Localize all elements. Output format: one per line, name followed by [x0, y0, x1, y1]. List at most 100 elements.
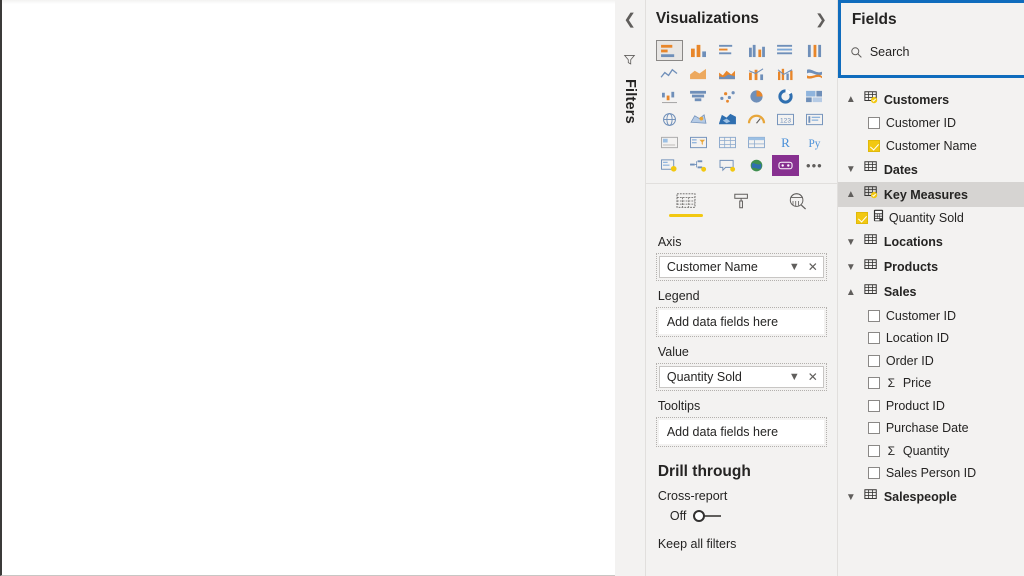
field-checkbox-checked[interactable]: [867, 139, 880, 152]
viz-stacked-area-chart[interactable]: [714, 63, 741, 84]
well-tooltips-placeholder[interactable]: Add data fields here: [658, 420, 824, 444]
field-row-sales-location-id[interactable]: Location ID: [838, 327, 1024, 350]
table-row-products[interactable]: ▼ Products: [838, 255, 1024, 280]
well-legend-placeholder[interactable]: Add data fields here: [658, 310, 824, 334]
fields-tab[interactable]: [666, 192, 706, 221]
viz-treemap-chart[interactable]: [801, 86, 828, 107]
viz-card-visual[interactable]: 123: [772, 109, 799, 130]
field-checkbox[interactable]: [867, 467, 880, 480]
field-row-sales-purchase-date[interactable]: Purchase Date: [838, 417, 1024, 440]
field-row-sales-product-id[interactable]: Product ID: [838, 395, 1024, 418]
report-canvas[interactable]: [0, 0, 615, 576]
table-row-salespeople[interactable]: ▼ Salespeople: [838, 485, 1024, 510]
viz-slicer-visual[interactable]: [685, 132, 712, 153]
field-checkbox[interactable]: [867, 117, 880, 130]
table-icon: [864, 283, 878, 302]
field-row-customer-name[interactable]: Customer Name: [838, 135, 1024, 158]
field-row-sales-customer-id[interactable]: Customer ID: [838, 305, 1024, 328]
field-checkbox[interactable]: [867, 354, 880, 367]
viz-qna-visual[interactable]: [714, 155, 741, 176]
filters-pane-collapsed[interactable]: ❮ Filters: [614, 0, 646, 576]
well-tooltips[interactable]: Add data fields here: [655, 417, 827, 447]
viz-r-script-visual[interactable]: R: [772, 132, 799, 153]
well-pill-value[interactable]: Quantity Sold ▼ ✕: [658, 366, 824, 388]
chevron-up-icon[interactable]: ▲: [844, 189, 858, 200]
fields-tree[interactable]: ▲ Customers Customer ID Customer Name ▼: [837, 84, 1024, 576]
viz-shape-map-visual[interactable]: [714, 109, 741, 130]
viz-kpi-visual[interactable]: [656, 132, 683, 153]
field-checkbox[interactable]: [867, 422, 880, 435]
chevron-up-icon[interactable]: ▲: [844, 94, 858, 105]
viz-more-visuals-ellipsis[interactable]: •••: [801, 155, 828, 176]
format-tab[interactable]: [722, 192, 762, 221]
field-row-customer-id[interactable]: Customer ID: [838, 112, 1024, 135]
viz-clustered-column-chart[interactable]: [743, 40, 770, 61]
viz-line-chart[interactable]: [656, 63, 683, 84]
field-name: Product ID: [885, 398, 945, 413]
field-row-sales-price[interactable]: Σ Price: [838, 372, 1024, 395]
chevron-left-icon[interactable]: ❮: [624, 12, 637, 27]
table-row-key-measures[interactable]: ▲ Key Measures: [837, 182, 1024, 207]
well-axis[interactable]: Customer Name ▼ ✕: [655, 253, 827, 281]
viz-pie-chart[interactable]: [743, 86, 770, 107]
close-x-icon[interactable]: ✕: [808, 260, 818, 274]
field-row-sales-order-id[interactable]: Order ID: [838, 350, 1024, 373]
viz-stacked-column-chart[interactable]: [685, 40, 712, 61]
viz-decomposition-tree-visual[interactable]: [685, 155, 712, 176]
viz-100-percent-stacked-column-chart[interactable]: [801, 40, 828, 61]
close-x-icon[interactable]: ✕: [808, 370, 818, 384]
viz-matrix-visual[interactable]: [743, 132, 770, 153]
viz-scatter-chart[interactable]: [714, 86, 741, 107]
well-value[interactable]: Quantity Sold ▼ ✕: [655, 363, 827, 391]
viz-waterfall-chart[interactable]: [656, 86, 683, 107]
chevron-down-icon[interactable]: ▼: [789, 371, 800, 383]
viz-funnel-chart[interactable]: [685, 86, 712, 107]
well-pill-axis[interactable]: Customer Name ▼ ✕: [658, 256, 824, 278]
search-input[interactable]: Search: [850, 40, 1022, 64]
well-pill-value-label: Quantity Sold: [666, 370, 742, 384]
viz-filled-map-visual[interactable]: [685, 109, 712, 130]
cross-report-toggle[interactable]: Off: [670, 509, 827, 523]
field-checkbox-checked[interactable]: [855, 212, 868, 225]
field-row-quantity-sold[interactable]: Quantity Sold: [838, 207, 1024, 230]
viz-line-and-clustered-column-chart[interactable]: [772, 63, 799, 84]
viz-key-influencers-visual[interactable]: [656, 155, 683, 176]
viz-map-visual[interactable]: [656, 109, 683, 130]
chevron-down-icon[interactable]: ▼: [844, 237, 858, 248]
field-row-sales-person-id[interactable]: Sales Person ID: [838, 462, 1024, 485]
viz-table-visual[interactable]: [714, 132, 741, 153]
visualization-type-gallery[interactable]: 123 R Py •••: [646, 38, 837, 180]
table-row-customers[interactable]: ▲ Customers: [838, 87, 1024, 112]
viz-gauge-visual[interactable]: [743, 109, 770, 130]
chevron-down-icon[interactable]: ▼: [844, 262, 858, 273]
well-legend[interactable]: Add data fields here: [655, 307, 827, 337]
toggle-track[interactable]: [693, 510, 722, 522]
field-checkbox[interactable]: [867, 309, 880, 322]
chevron-down-icon[interactable]: ▼: [844, 164, 858, 175]
viz-line-and-stacked-column-chart[interactable]: [743, 63, 770, 84]
viz-python-script-visual[interactable]: Py: [801, 132, 828, 153]
chevron-down-icon[interactable]: ▼: [789, 261, 800, 273]
chevron-up-icon[interactable]: ▲: [844, 287, 858, 298]
chevron-down-icon[interactable]: ▼: [844, 492, 858, 503]
viz-stacked-bar-chart[interactable]: [655, 40, 683, 61]
viz-100-percent-stacked-bar-chart[interactable]: [772, 40, 799, 61]
viz-paginated-report-visual[interactable]: [771, 155, 799, 176]
field-checkbox[interactable]: [867, 377, 880, 390]
chevron-right-icon[interactable]: ❯: [813, 11, 829, 28]
table-row-dates[interactable]: ▼ Dates: [838, 157, 1024, 182]
field-checkbox[interactable]: [867, 444, 880, 457]
field-row-sales-quantity[interactable]: Σ Quantity: [838, 440, 1024, 463]
field-checkbox[interactable]: [867, 332, 880, 345]
viz-arcgis-maps-visual[interactable]: [743, 155, 770, 176]
viz-multi-row-card-visual[interactable]: [801, 109, 828, 130]
viz-donut-chart[interactable]: [772, 86, 799, 107]
viz-area-chart[interactable]: [685, 63, 712, 84]
field-checkbox[interactable]: [867, 399, 880, 412]
table-row-sales[interactable]: ▲ Sales: [838, 280, 1024, 305]
viz-clustered-bar-chart[interactable]: [714, 40, 741, 61]
analytics-tab[interactable]: [778, 192, 818, 221]
table-row-locations[interactable]: ▼ Locations: [838, 230, 1024, 255]
field-name: Price: [902, 376, 932, 391]
viz-ribbon-chart[interactable]: [801, 63, 828, 84]
